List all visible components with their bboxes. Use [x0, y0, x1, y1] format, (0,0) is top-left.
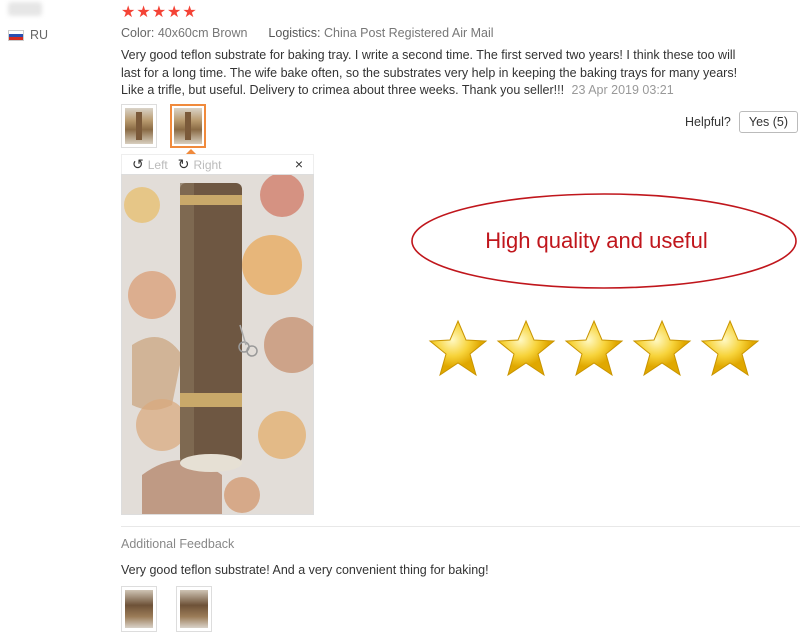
- review-date: 23 Apr 2019 03:21: [571, 83, 674, 97]
- additional-feedback-text: Very good teflon substrate! And a very c…: [121, 563, 489, 577]
- helpful-label: Helpful?: [685, 115, 731, 129]
- buyer-country: RU: [8, 28, 48, 42]
- order-info: Color: 40x60cm Brown Logistics: China Po…: [121, 26, 494, 40]
- review-photo-large: [121, 174, 314, 515]
- close-viewer-icon[interactable]: ×: [295, 156, 303, 172]
- additional-feedback-title: Additional Feedback: [121, 537, 235, 551]
- review-photo-thumbnail[interactable]: [121, 104, 157, 148]
- rotate-right-icon: ↻: [177, 156, 190, 172]
- rotate-left-icon: ↺: [132, 156, 144, 172]
- rotate-right-button[interactable]: ↻ Right: [178, 156, 222, 173]
- teflon-roll-photo: [122, 175, 313, 514]
- color-value: 40x60cm Brown: [157, 26, 248, 40]
- rotate-left-label: Left: [147, 157, 168, 172]
- logistics-label: Logistics:: [268, 26, 321, 40]
- additional-photo-thumbnail[interactable]: [176, 586, 212, 632]
- overlay-caption: High quality and useful: [485, 228, 708, 253]
- logistics-value: China Post Registered Air Mail: [324, 26, 494, 40]
- star-rating: ★★★★★: [121, 4, 198, 21]
- photo-viewer-toolbar: ↺ Left ↻ Right ×: [121, 154, 314, 174]
- overlay-stars: [428, 319, 760, 379]
- helpful-vote: Helpful? Yes (5): [685, 111, 799, 133]
- color-label: Color:: [121, 26, 155, 40]
- russia-flag-icon: [8, 29, 24, 41]
- rotate-left-button[interactable]: ↺ Left: [132, 156, 168, 173]
- country-code: RU: [30, 28, 49, 42]
- star-icon: [496, 319, 556, 377]
- star-icon: [700, 319, 760, 377]
- rotate-right-label: Right: [193, 157, 222, 172]
- helpful-yes-button[interactable]: Yes (5): [738, 111, 799, 133]
- divider: [121, 526, 800, 527]
- star-icon: [428, 319, 488, 377]
- review-photo-thumbnail-selected[interactable]: [170, 104, 206, 148]
- star-icon: [632, 319, 692, 377]
- buyer-name-blurred: [8, 2, 42, 16]
- review-text: Very good teflon substrate for baking tr…: [121, 47, 751, 100]
- star-icon: [564, 319, 624, 377]
- additional-photo-thumbnail[interactable]: [121, 586, 157, 632]
